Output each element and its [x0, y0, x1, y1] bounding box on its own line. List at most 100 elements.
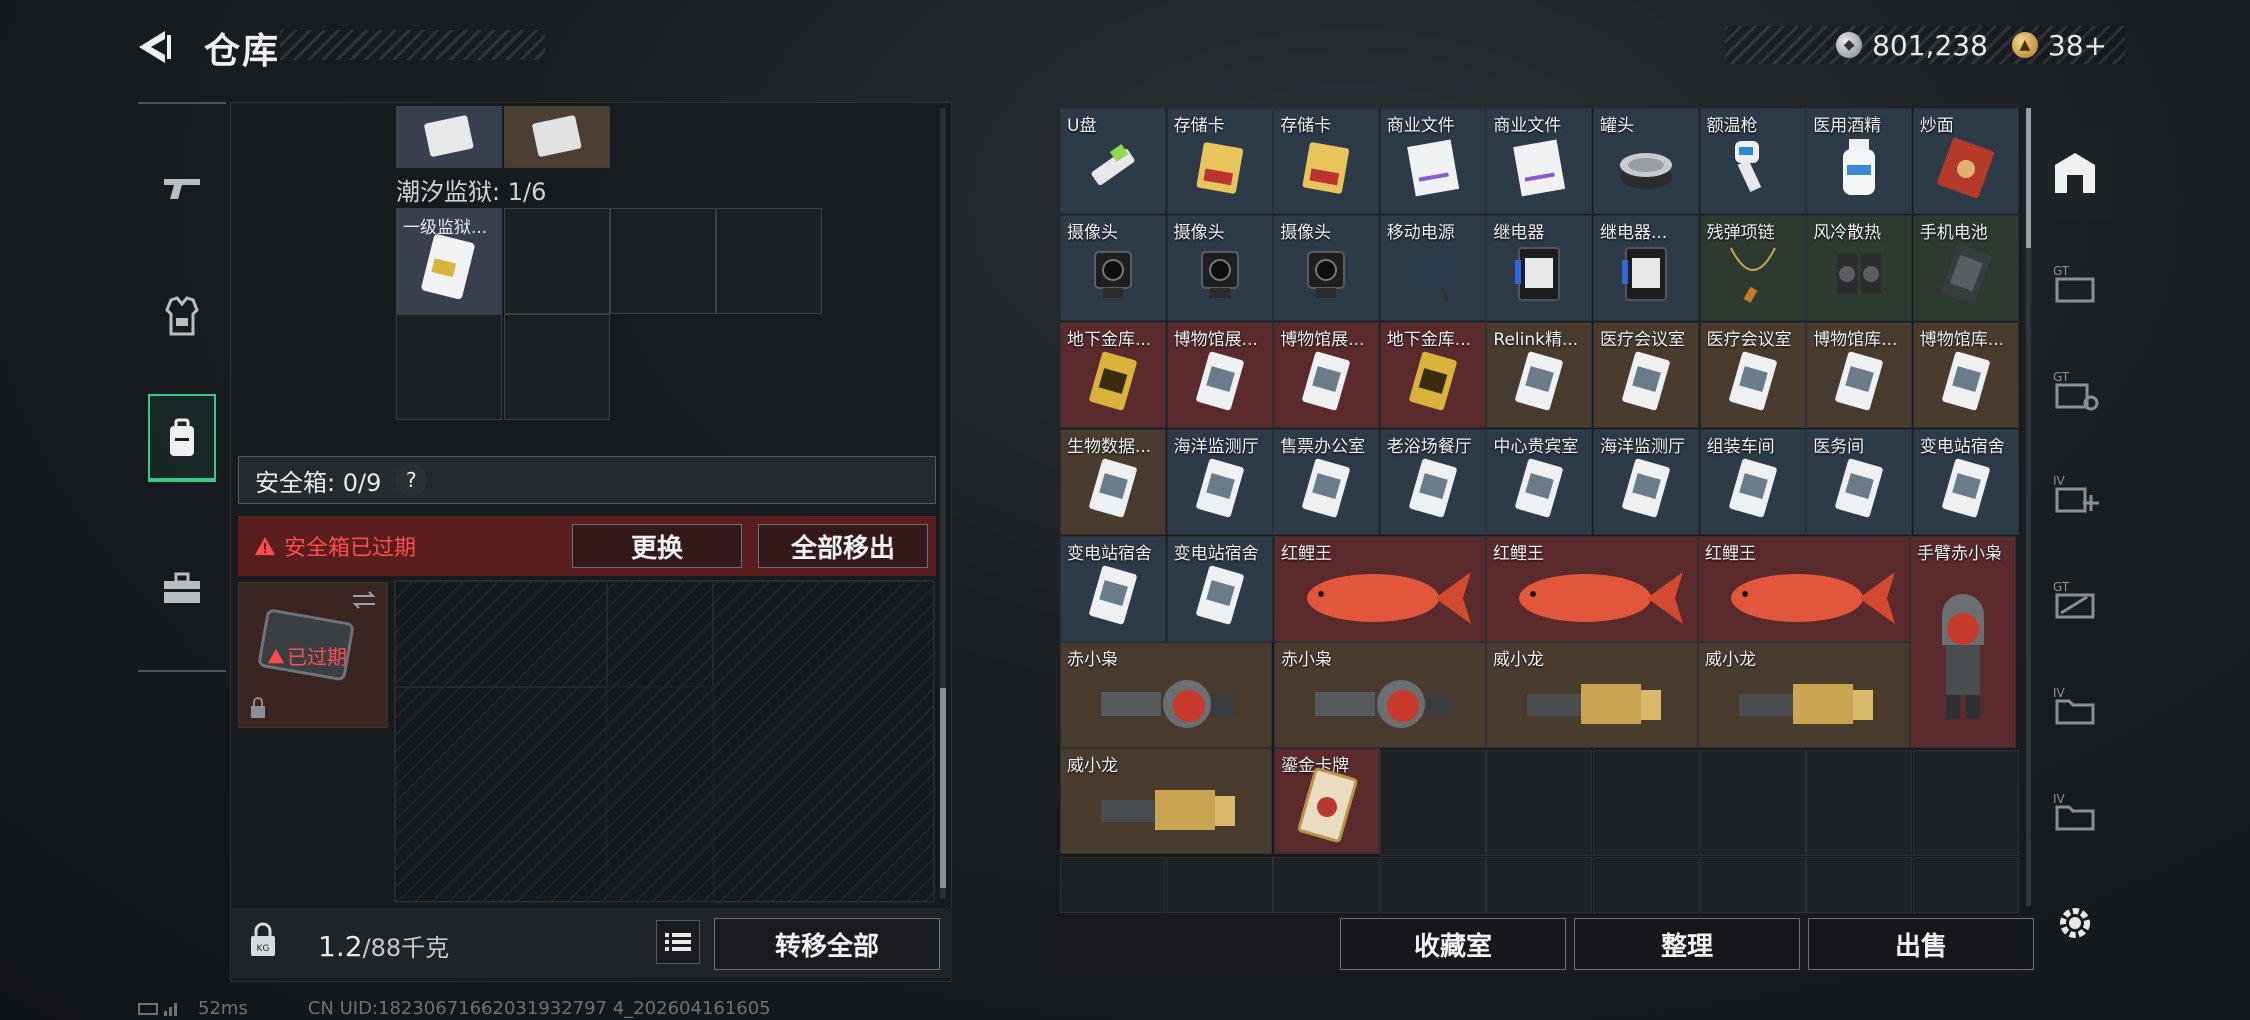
storage-item[interactable]: 额温枪 [1699, 108, 1806, 214]
storage-item[interactable]: 摄像头 [1166, 215, 1273, 321]
empty-slot[interactable] [1379, 857, 1486, 913]
wide-figure-item[interactable]: 威小龙 [1698, 642, 1910, 748]
empty-slot[interactable] [504, 314, 610, 420]
organize-button[interactable]: 整理 [1574, 918, 1800, 970]
empty-slot[interactable] [1912, 750, 2019, 856]
storage-item[interactable]: 摄像头 [1273, 215, 1380, 321]
empty-slot[interactable] [1593, 750, 1699, 856]
storage-item[interactable]: 中心贵宾室 [1486, 429, 1593, 535]
storage-item[interactable]: 变电站宿舍 [1912, 429, 2019, 535]
storage-item[interactable]: 商业文件 [1486, 108, 1593, 214]
settings-button[interactable] [2040, 878, 2110, 968]
storage-item[interactable]: 博物馆库... [1806, 322, 1913, 428]
storage-item[interactable]: 继电器... [1593, 215, 1699, 321]
storage-item[interactable]: 医用酒精 [1806, 108, 1913, 214]
wide-figure-item[interactable]: 赤小枭 [1274, 642, 1486, 748]
storage-item[interactable]: 海洋监测厅 [1166, 429, 1273, 535]
storage-item[interactable]: 残弹项链 [1699, 215, 1806, 321]
nav-armor[interactable] [148, 272, 216, 360]
storage-item[interactable]: U盘 [1060, 108, 1166, 214]
fish-item[interactable]: 红鲤王 [1274, 536, 1486, 642]
tab-storage-6[interactable]: IV [2040, 660, 2110, 750]
storage-item[interactable]: 移动电源 [1379, 215, 1486, 321]
empty-slot[interactable] [1166, 857, 1273, 913]
tab-storage-3[interactable]: GT [2040, 344, 2110, 434]
zone-item[interactable]: 一级监狱... [396, 208, 502, 314]
backpack-item[interactable] [396, 106, 502, 168]
empty-slot[interactable] [396, 314, 502, 420]
storage-item[interactable]: 继电器 [1486, 215, 1593, 321]
wide-figure-item[interactable]: 威小龙 [1486, 642, 1698, 748]
nav-weapons[interactable] [148, 144, 216, 232]
storage-item[interactable]: 海洋监测厅 [1593, 429, 1699, 535]
storage-item[interactable]: 组装车间 [1699, 429, 1806, 535]
empty-slot[interactable] [1699, 857, 1806, 913]
empty-slot[interactable] [1379, 750, 1486, 856]
empty-slot[interactable] [1486, 750, 1593, 856]
gilded-card-item[interactable]: 鎏金卡牌 [1274, 748, 1380, 854]
safebox-slot[interactable]: 已过期 [238, 582, 388, 728]
tab-storage-7[interactable]: IV [2040, 766, 2110, 856]
gold-amount[interactable]: 38+ [2048, 29, 2107, 62]
storage-item[interactable]: Relink精... [1486, 322, 1593, 428]
scroll-thumb[interactable] [2026, 108, 2031, 248]
empty-slot[interactable] [1593, 857, 1699, 913]
storage-item[interactable]: 博物馆展... [1166, 322, 1273, 428]
storage-item[interactable]: 医疗会议室 [1699, 322, 1806, 428]
keycard-icon [1195, 458, 1244, 518]
storage-item[interactable]: 医务间 [1806, 429, 1913, 535]
help-icon[interactable]: ? [395, 464, 428, 496]
storage-scrollbar[interactable] [2026, 108, 2031, 906]
storage-item[interactable]: 生物数据... [1060, 429, 1166, 535]
scroll-thumb[interactable] [940, 688, 946, 888]
storage-item[interactable]: 手机电池 [1912, 215, 2019, 321]
collection-room-button[interactable]: 收藏室 [1340, 918, 1566, 970]
empty-slot[interactable] [1912, 857, 2019, 913]
storage-item[interactable]: 地下金库... [1379, 322, 1486, 428]
backpack-scrollbar[interactable] [940, 108, 946, 898]
safebox-label: 安全箱: 0/9 [255, 468, 382, 497]
back-button[interactable] [132, 24, 178, 70]
storage-item[interactable]: 博物馆库... [1912, 322, 2019, 428]
empty-slot[interactable] [1273, 857, 1380, 913]
storage-item[interactable]: 地下金库... [1060, 322, 1166, 428]
empty-slot[interactable] [504, 208, 610, 314]
nav-backpack[interactable] [148, 394, 216, 482]
storage-item[interactable]: 摄像头 [1060, 215, 1166, 321]
storage-item[interactable]: 变电站宿舍 [1166, 536, 1273, 642]
tab-storage-5[interactable]: GT [2040, 554, 2110, 644]
fish-item[interactable]: 红鲤王 [1698, 536, 1910, 642]
replace-button[interactable]: 更换 [572, 524, 742, 568]
storage-item[interactable]: 风冷散热 [1806, 215, 1913, 321]
storage-item[interactable]: 医疗会议室 [1593, 322, 1699, 428]
tall-figure-item[interactable]: 手臂赤小枭 [1910, 536, 2016, 748]
tab-storage-4[interactable]: IV [2040, 448, 2110, 538]
fish-item[interactable]: 红鲤王 [1486, 536, 1698, 642]
transfer-all-button[interactable]: 转移全部 [714, 918, 940, 970]
storage-item[interactable]: 售票办公室 [1273, 429, 1380, 535]
storage-item[interactable]: 博物馆展... [1273, 322, 1380, 428]
nav-toolbox[interactable] [148, 544, 216, 632]
empty-slot[interactable] [1806, 857, 1913, 913]
empty-slot[interactable] [1699, 750, 1806, 856]
tab-main-storage[interactable] [2040, 128, 2110, 218]
sell-button[interactable]: 出售 [1808, 918, 2034, 970]
wide-figure-item[interactable]: 赤小枭 [1060, 642, 1272, 748]
storage-item[interactable]: 变电站宿舍 [1060, 536, 1166, 642]
storage-item[interactable]: 存储卡 [1166, 108, 1273, 214]
storage-item[interactable]: 炒面 [1912, 108, 2019, 214]
empty-slot[interactable] [716, 208, 822, 314]
move-all-out-button[interactable]: 全部移出 [758, 524, 928, 568]
empty-slot[interactable] [1486, 857, 1593, 913]
list-view-button[interactable] [656, 920, 700, 964]
empty-slot[interactable] [1806, 750, 1913, 856]
storage-item[interactable]: 罐头 [1593, 108, 1699, 214]
empty-slot[interactable] [610, 208, 716, 314]
tab-storage-2[interactable]: GT [2040, 238, 2110, 328]
storage-item[interactable]: 存储卡 [1273, 108, 1380, 214]
storage-item[interactable]: 老浴场餐厅 [1379, 429, 1486, 535]
empty-slot[interactable] [1060, 857, 1166, 913]
wide-figure-item[interactable]: 威小龙 [1060, 748, 1272, 854]
storage-item[interactable]: 商业文件 [1379, 108, 1486, 214]
backpack-item[interactable] [504, 106, 610, 168]
